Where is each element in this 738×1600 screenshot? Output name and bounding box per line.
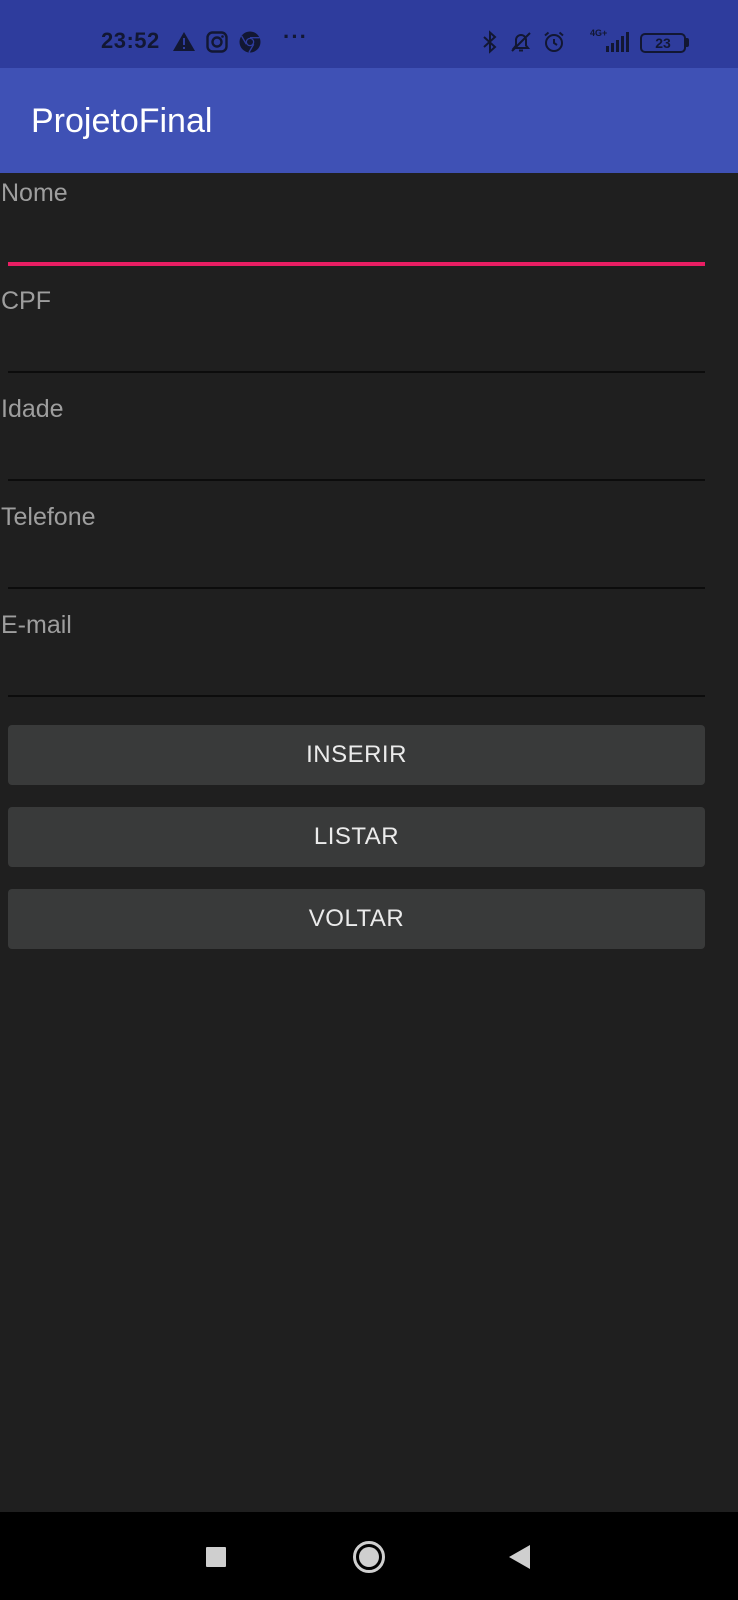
bluetooth-icon bbox=[483, 30, 497, 54]
insert-button[interactable]: INSERIR bbox=[8, 725, 705, 785]
age-label: Idade bbox=[1, 395, 64, 423]
back-triangle-icon[interactable] bbox=[508, 1544, 532, 1570]
email-field[interactable]: E-mail bbox=[0, 605, 738, 713]
name-label: Nome bbox=[1, 179, 68, 207]
email-label: E-mail bbox=[1, 611, 72, 639]
app-bar: ProjetoFinal bbox=[0, 68, 738, 173]
cpf-input[interactable] bbox=[8, 325, 704, 371]
email-underline bbox=[8, 695, 705, 697]
name-input[interactable] bbox=[8, 217, 704, 263]
battery-level: 23 bbox=[655, 35, 671, 51]
more-notifications-icon: ··· bbox=[283, 24, 308, 49]
email-input[interactable] bbox=[8, 649, 704, 695]
age-field[interactable]: Idade bbox=[0, 389, 738, 497]
status-bar: 23:52 ··· 4G+ 23 bbox=[0, 0, 738, 68]
phone-field[interactable]: Telefone bbox=[0, 497, 738, 605]
battery-icon: 23 bbox=[640, 33, 686, 53]
signal-icon bbox=[606, 32, 629, 52]
app-title: ProjetoFinal bbox=[31, 102, 213, 140]
cpf-underline bbox=[8, 371, 705, 373]
recents-square-icon[interactable] bbox=[206, 1547, 226, 1567]
cpf-label: CPF bbox=[1, 287, 51, 315]
name-underline bbox=[8, 262, 705, 266]
navigation-bar bbox=[0, 1512, 738, 1600]
home-circle-icon[interactable] bbox=[352, 1540, 386, 1574]
notifications-off-icon bbox=[511, 32, 531, 52]
screen: 23:52 ··· 4G+ 23 ProjetoFinal Nome CPF I… bbox=[0, 0, 738, 1600]
status-time: 23:52 bbox=[101, 28, 160, 53]
phone-label: Telefone bbox=[1, 503, 96, 531]
age-input[interactable] bbox=[8, 433, 704, 479]
phone-input[interactable] bbox=[8, 541, 704, 587]
alarm-icon bbox=[544, 31, 564, 52]
phone-underline bbox=[8, 587, 705, 589]
chrome-icon bbox=[239, 31, 261, 53]
instagram-icon bbox=[206, 31, 228, 53]
back-button[interactable]: VOLTAR bbox=[8, 889, 705, 949]
age-underline bbox=[8, 479, 705, 481]
battery-tip bbox=[686, 38, 689, 47]
warning-icon bbox=[173, 32, 195, 51]
name-field[interactable]: Nome bbox=[0, 173, 738, 281]
list-button[interactable]: LISTAR bbox=[8, 807, 705, 867]
cpf-field[interactable]: CPF bbox=[0, 281, 738, 389]
